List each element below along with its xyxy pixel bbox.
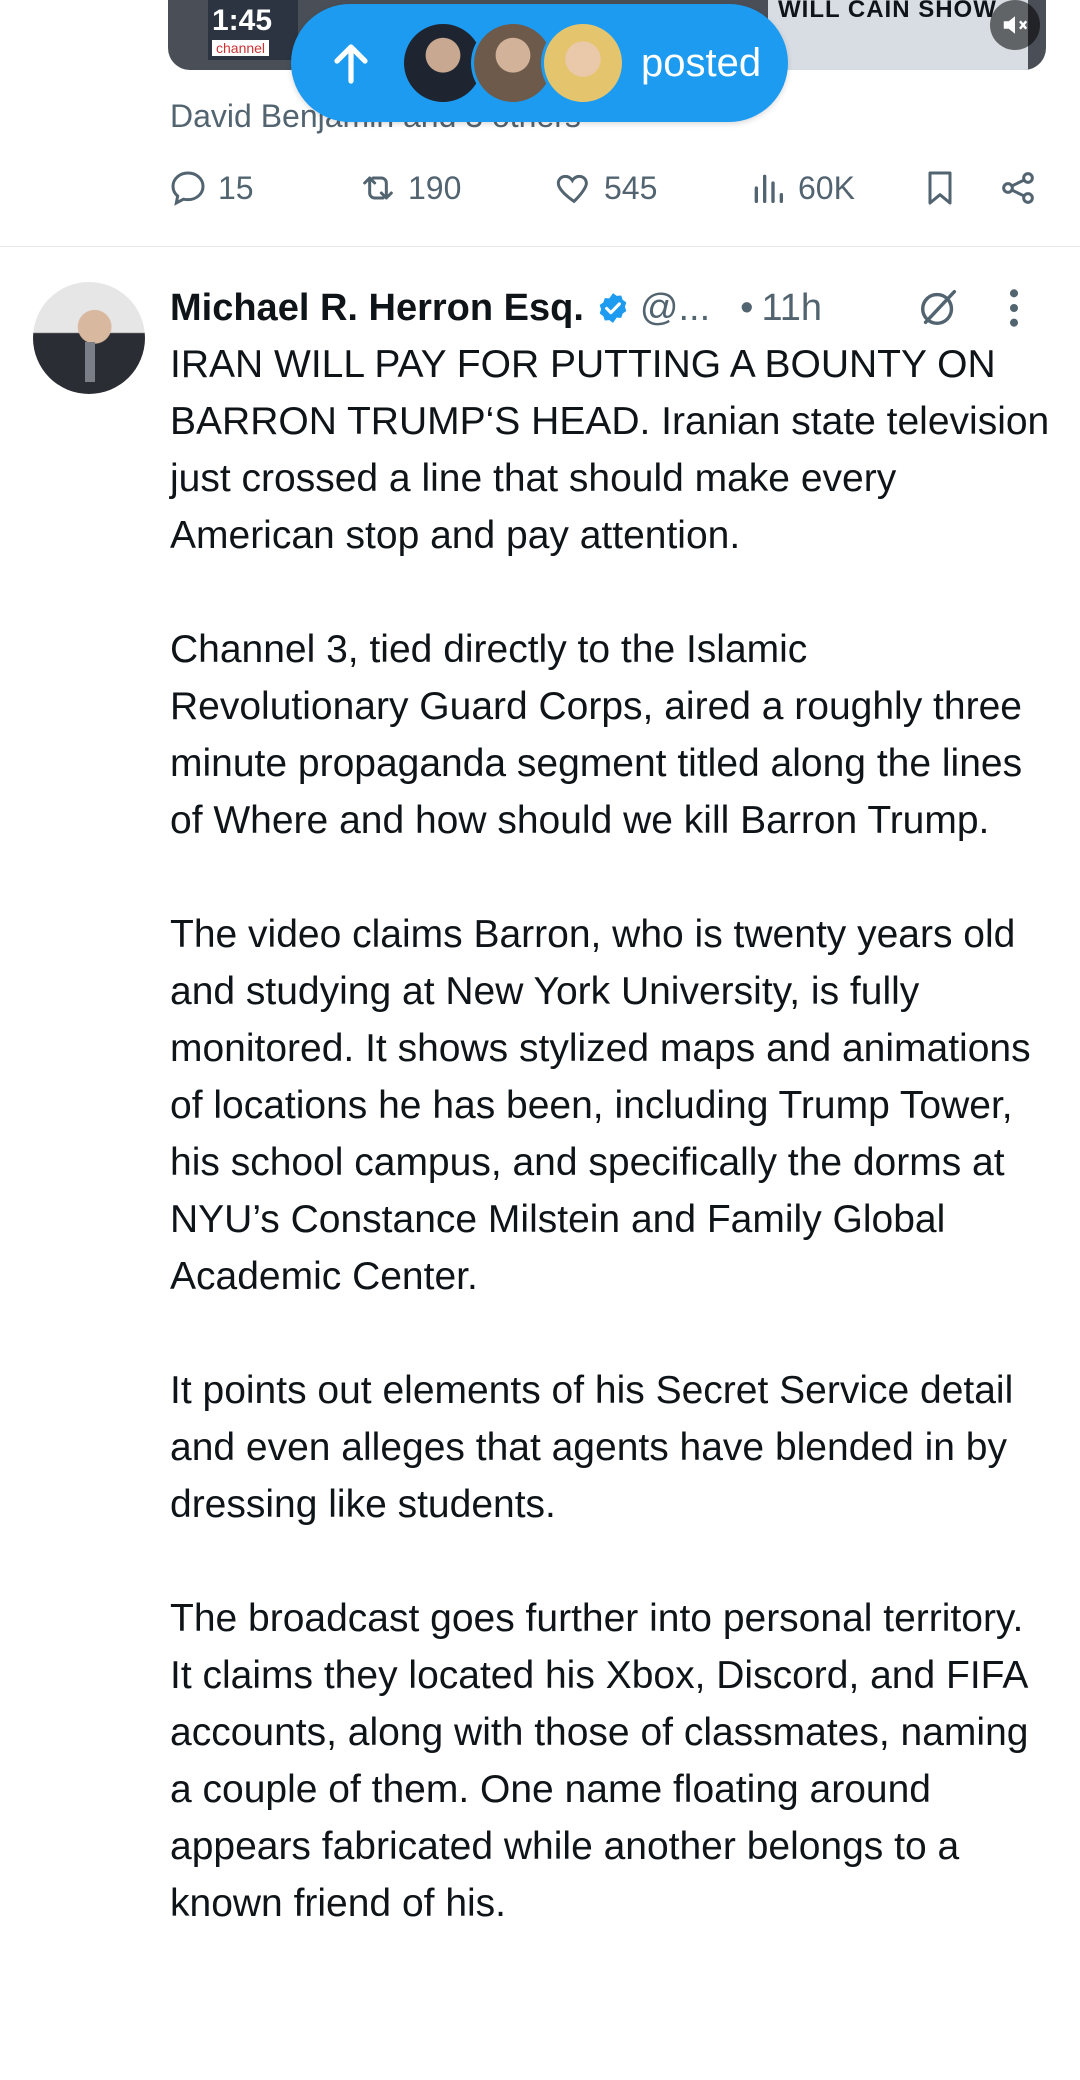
views-chart-icon [754, 174, 783, 203]
posted-label: posted [641, 40, 762, 85]
tweet-paragraph: The broadcast goes further into personal… [170, 1597, 1029, 1925]
tweet-header: Michael R. Herron Esq. @... • 11h [170, 280, 1050, 336]
mute-button[interactable] [990, 0, 1040, 50]
avatar-detail [85, 342, 95, 382]
video-banner-text: WILL CAIN SHOW [778, 0, 997, 23]
verified-badge-icon[interactable] [596, 291, 630, 325]
speaker-muted-icon [1003, 16, 1028, 34]
heart-icon [556, 174, 588, 204]
author-avatar[interactable] [33, 282, 145, 394]
channel-tag: channel [212, 40, 270, 56]
repost-count: 190 [408, 169, 462, 206]
share-button[interactable] [998, 168, 1048, 208]
post-actions: 15 190 545 60K [168, 168, 1048, 224]
views-count: 60K [798, 169, 855, 206]
grok-icon[interactable] [916, 284, 962, 330]
bookmark-button[interactable] [920, 168, 970, 208]
repost-icon [363, 176, 393, 200]
like-button[interactable]: 545 [554, 168, 657, 208]
tweet-paragraph: IRAN WILL PAY FOR PUTTING A BOUNTY ON BA… [170, 343, 1050, 557]
reply-button[interactable]: 15 [168, 168, 254, 208]
post-time[interactable]: 11h [761, 287, 822, 330]
bookmark-icon [928, 171, 952, 205]
more-options-icon[interactable] [1004, 286, 1024, 330]
video-timestamp: 1:45 [212, 4, 273, 37]
views-button[interactable]: 60K [748, 168, 855, 208]
repost-button[interactable]: 190 [358, 168, 461, 208]
poster-avatars [401, 21, 625, 105]
tweet-paragraph: Channel 3, tied directly to the Islamic … [170, 628, 1023, 842]
avatar [541, 21, 625, 105]
new-posts-pill[interactable]: posted [291, 4, 788, 122]
author-name[interactable]: Michael R. Herron Esq. [170, 287, 584, 330]
reply-icon [171, 171, 205, 206]
reply-count: 15 [218, 169, 254, 206]
author-handle[interactable]: @... [640, 287, 710, 330]
tweet-text[interactable]: IRAN WILL PAY FOR PUTTING A BOUNTY ON BA… [170, 336, 1050, 1989]
post-divider [0, 246, 1080, 247]
share-icon [1002, 172, 1034, 204]
separator-dot: • [740, 286, 754, 329]
tweet-paragraph: It points out elements of his Secret Ser… [170, 1369, 1014, 1526]
tweet-paragraph: The video claims Barron, who is twenty y… [170, 913, 1031, 1298]
like-count: 545 [604, 169, 658, 206]
arrow-up-icon [334, 44, 368, 84]
